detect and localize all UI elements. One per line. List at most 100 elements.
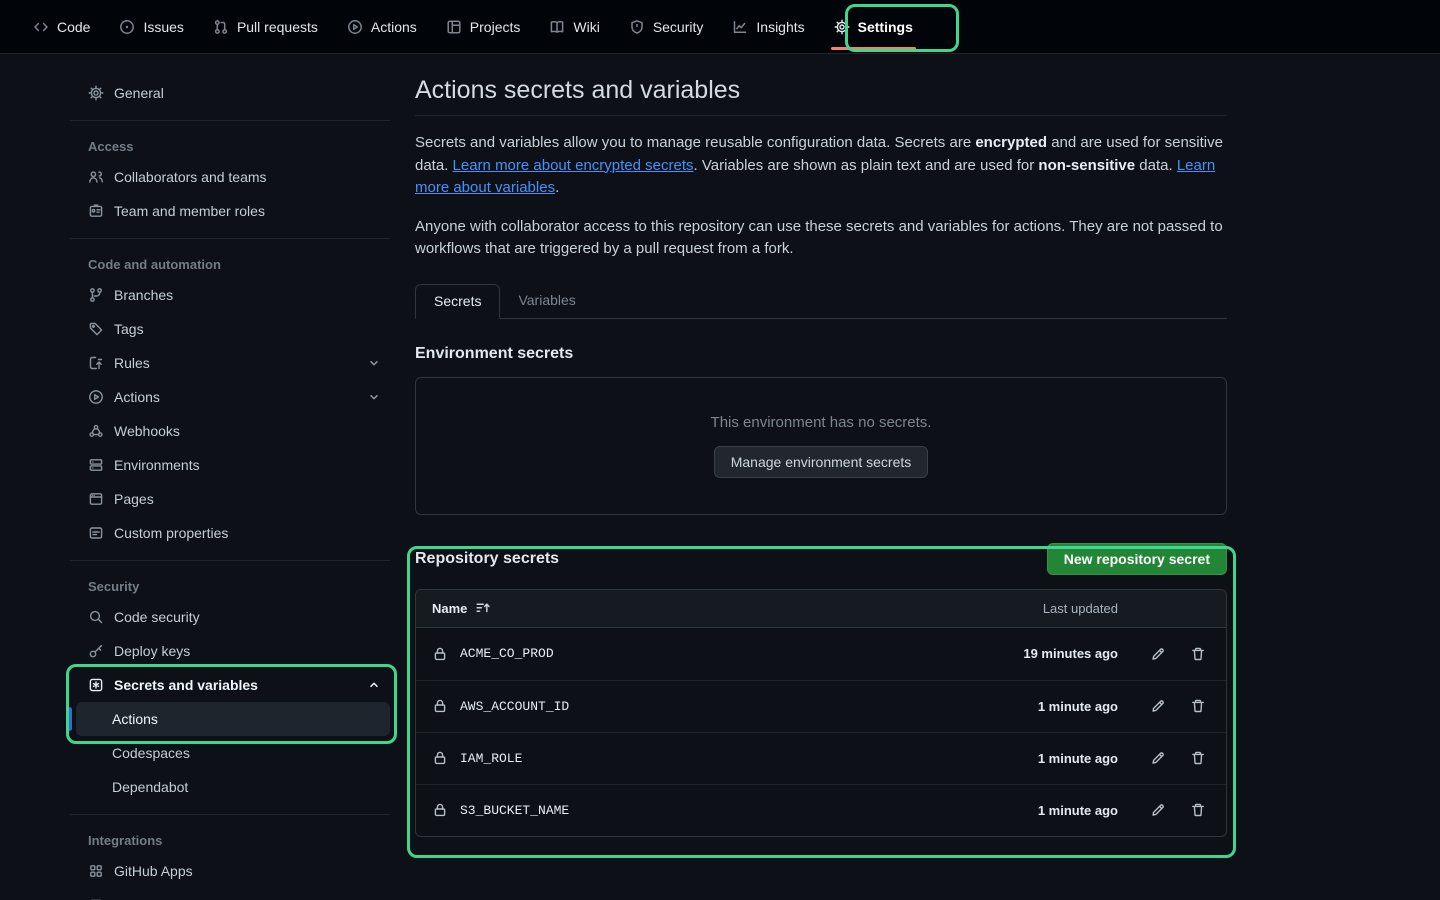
sidebar-subitem-codespaces[interactable]: Codespaces xyxy=(76,736,390,770)
delete-secret-button[interactable] xyxy=(1186,642,1210,666)
sidebar-item-label: Team and member roles xyxy=(114,203,265,219)
sidebar-section-integrations: Integrations xyxy=(76,825,390,854)
sidebar-item-code-security[interactable]: Code security xyxy=(76,600,390,634)
nav-tab-label: Wiki xyxy=(573,19,599,35)
server-icon xyxy=(88,457,104,473)
edit-secret-button[interactable] xyxy=(1146,746,1170,770)
delete-secret-button[interactable] xyxy=(1186,694,1210,718)
sidebar-item-secrets-and-variables[interactable]: Secrets and variables xyxy=(76,668,390,702)
delete-secret-button[interactable] xyxy=(1186,746,1210,770)
sidebar-item-webhooks[interactable]: Webhooks xyxy=(76,414,390,448)
nav-tab-code[interactable]: Code xyxy=(22,0,101,53)
sidebar-item-label: Pages xyxy=(114,491,154,507)
table-header-row: Name Last updated xyxy=(416,590,1226,628)
sidebar-item-label: Webhooks xyxy=(114,423,180,439)
id-badge-icon xyxy=(88,203,104,219)
sidebar-subitem-actions[interactable]: Actions xyxy=(76,702,390,736)
nav-tab-wiki[interactable]: Wiki xyxy=(538,0,610,53)
secret-last-updated: 1 minute ago xyxy=(1038,751,1118,766)
issue-opened-icon xyxy=(119,19,135,35)
sidebar-divider xyxy=(70,560,390,561)
sidebar-item-collaborators[interactable]: Collaborators and teams xyxy=(76,160,390,194)
manage-environment-secrets-button[interactable]: Manage environment secrets xyxy=(714,446,929,478)
sidebar-item-actions[interactable]: Actions xyxy=(76,380,390,414)
play-circle-icon xyxy=(347,19,363,35)
sidebar-item-email-notifications-partial[interactable] xyxy=(76,888,390,900)
nav-tab-label: Settings xyxy=(858,19,913,35)
nav-tab-settings[interactable]: Settings xyxy=(823,0,924,53)
nav-tab-security[interactable]: Security xyxy=(618,0,715,53)
edit-secret-button[interactable] xyxy=(1146,694,1170,718)
nav-tab-projects[interactable]: Projects xyxy=(435,0,532,53)
sidebar-divider xyxy=(70,238,390,239)
sidebar-item-environments[interactable]: Environments xyxy=(76,448,390,482)
sidebar-item-tags[interactable]: Rules Tags xyxy=(76,312,390,346)
edit-secret-button[interactable] xyxy=(1146,642,1170,666)
key-icon xyxy=(88,643,104,659)
nav-tab-insights[interactable]: Insights xyxy=(721,0,815,53)
apps-grid-icon xyxy=(88,863,104,879)
sidebar-section-security: Security xyxy=(76,571,390,600)
secret-row: ACME_CO_PROD 19 minutes ago xyxy=(416,628,1226,680)
sidebar-item-label: Secrets and variables xyxy=(114,677,258,693)
repo-push-icon xyxy=(88,355,104,371)
nav-tab-label: Pull requests xyxy=(237,19,318,35)
sidebar-item-rules[interactable]: Rules xyxy=(76,346,390,380)
repository-secrets-heading: Repository secrets xyxy=(415,550,559,568)
secret-row: S3_BUCKET_NAME 1 minute ago xyxy=(416,784,1226,836)
sidebar-subitem-dependabot[interactable]: Dependabot xyxy=(76,770,390,804)
nav-tab-label: Security xyxy=(653,19,704,35)
sidebar-item-deploy-keys[interactable]: Deploy keys xyxy=(76,634,390,668)
environment-secrets-empty-box: This environment has no secrets. Manage … xyxy=(415,377,1227,515)
intro-bold-encrypted: encrypted xyxy=(975,134,1047,151)
sidebar-item-label: Deploy keys xyxy=(114,643,190,659)
nav-tab-issues[interactable]: Issues xyxy=(108,0,194,53)
delete-secret-button[interactable] xyxy=(1186,798,1210,822)
sidebar-divider xyxy=(70,120,390,121)
new-repository-secret-button[interactable]: New repository secret xyxy=(1047,543,1227,575)
link-encrypted-secrets[interactable]: Learn more about encrypted secrets xyxy=(453,157,694,174)
sidebar-item-general[interactable]: General xyxy=(76,76,390,110)
sidebar-item-pages[interactable]: Pages xyxy=(76,482,390,516)
sidebar-item-label: Codespaces xyxy=(112,745,190,761)
nav-tab-actions[interactable]: Actions xyxy=(336,0,428,53)
secret-name: ACME_CO_PROD xyxy=(460,646,1023,661)
browser-icon xyxy=(88,491,104,507)
nav-tab-label: Actions xyxy=(371,19,417,35)
sidebar-item-label: General xyxy=(114,85,164,101)
nav-tab-pull-requests[interactable]: Pull requests xyxy=(202,0,329,53)
repository-secrets-header: Repository secrets New repository secret xyxy=(415,543,1227,575)
tab-variables[interactable]: Variables xyxy=(500,284,593,319)
repo-nav: Code Issues Pull requests Actions Projec… xyxy=(0,0,1440,54)
secret-last-updated: 1 minute ago xyxy=(1038,803,1118,818)
sidebar-item-custom-properties[interactable]: Custom properties xyxy=(76,516,390,550)
tab-secrets[interactable]: Secrets xyxy=(415,284,500,319)
sidebar-item-label: Actions xyxy=(112,711,158,727)
nav-tab-label: Projects xyxy=(470,19,521,35)
sidebar-item-branches[interactable]: Branches xyxy=(76,278,390,312)
sidebar-item-label: Custom properties xyxy=(114,525,228,541)
nav-tab-label: Issues xyxy=(143,19,183,35)
intro-text: Secrets and variables allow you to manag… xyxy=(415,134,975,151)
sort-ascending-icon[interactable] xyxy=(475,600,491,616)
sidebar-item-label: Tags xyxy=(114,321,144,337)
people-icon xyxy=(88,169,104,185)
code-scan-icon xyxy=(88,609,104,625)
sidebar-section-access: Access xyxy=(76,131,390,160)
intro-text: data. xyxy=(1135,157,1177,174)
sidebar-section-code-automation: Code and automation xyxy=(76,249,390,278)
sidebar-item-team-roles[interactable]: Team and member roles xyxy=(76,194,390,228)
lock-icon xyxy=(432,646,448,662)
column-header-last-updated: Last updated xyxy=(1043,601,1118,616)
lock-icon xyxy=(432,802,448,818)
intro-paragraph: Secrets and variables allow you to manag… xyxy=(415,132,1227,200)
environment-empty-text: This environment has no secrets. xyxy=(711,414,932,431)
edit-secret-button[interactable] xyxy=(1146,798,1170,822)
chevron-down-icon xyxy=(368,357,380,369)
secret-name: AWS_ACCOUNT_ID xyxy=(460,699,1038,714)
secret-name: S3_BUCKET_NAME xyxy=(460,803,1038,818)
lock-icon xyxy=(432,750,448,766)
sidebar-item-label: Rules xyxy=(114,355,150,371)
sidebar-item-github-apps[interactable]: GitHub Apps xyxy=(76,854,390,888)
graph-icon xyxy=(732,19,748,35)
